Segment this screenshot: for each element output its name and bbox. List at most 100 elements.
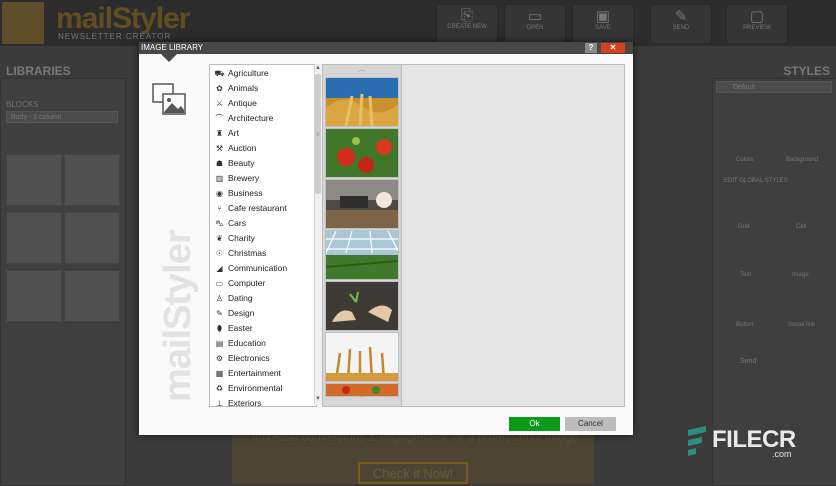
- save-button[interactable]: ▣ SAVE: [572, 4, 634, 44]
- style-item[interactable]: Button: [736, 322, 753, 328]
- blocks-label: BLOCKS: [6, 100, 39, 109]
- category-item[interactable]: ✿ Animals: [214, 81, 258, 96]
- preview-button[interactable]: ▢ PREVIEW: [726, 4, 788, 44]
- category-label: Animals: [228, 83, 259, 93]
- folder-icon: ▭: [527, 8, 543, 25]
- block-thumbnail[interactable]: [64, 154, 120, 206]
- blocks-select[interactable]: Body - 1 column: [6, 111, 118, 123]
- gavel-icon: ⚒: [215, 144, 224, 153]
- category-label: Computer: [228, 278, 266, 288]
- chip-icon: ⚙: [215, 354, 224, 363]
- category-item[interactable]: ⚙ Electronics: [214, 351, 270, 366]
- chevron-up-icon[interactable]: ︿: [323, 65, 401, 75]
- book-icon: ▤: [215, 339, 224, 348]
- category-item[interactable]: ❦ Charity: [214, 231, 255, 246]
- image-library-icon: [152, 83, 186, 115]
- style-select[interactable]: Default: [716, 81, 832, 93]
- category-label: Communication: [228, 263, 288, 273]
- category-label: Cars: [228, 218, 246, 228]
- category-item[interactable]: ✎ Design: [214, 306, 254, 321]
- swords-icon: ⚔: [215, 99, 224, 108]
- libraries-title: LIBRARIES: [6, 64, 71, 78]
- category-label: Environmental: [228, 383, 283, 393]
- monitor-icon: ▭: [215, 279, 224, 288]
- category-item[interactable]: ▦ Entertainment: [214, 366, 281, 381]
- app-logo-subtitle: NEWSLETTER CREATOR: [58, 32, 172, 41]
- image-thumbnail-strip: ︿ ﹀: [322, 64, 402, 407]
- category-item[interactable]: ⛍ Cars: [214, 216, 246, 231]
- dialog-titlebar: [139, 42, 633, 54]
- cancel-button[interactable]: Cancel: [565, 417, 616, 431]
- wheat-ears-image[interactable]: [325, 332, 399, 382]
- chevron-down-icon[interactable]: ﹀: [323, 395, 401, 405]
- style-item[interactable]: Background: [786, 157, 818, 163]
- category-label: Agriculture: [228, 68, 269, 78]
- send-button[interactable]: ✎ SEND: [650, 4, 712, 44]
- greenhouse-image[interactable]: [325, 230, 399, 280]
- category-item[interactable]: ⊥ Exteriors: [214, 396, 262, 407]
- harvester-image[interactable]: [325, 179, 399, 229]
- category-label: Design: [228, 308, 255, 318]
- filecr-tld: .com: [772, 449, 792, 459]
- category-item[interactable]: ⚒ Auction: [214, 141, 256, 156]
- block-thumbnail[interactable]: [6, 270, 62, 322]
- category-item[interactable]: ◉ Business: [214, 186, 263, 201]
- category-label: Antique: [228, 98, 257, 108]
- art-icon: ♜: [215, 129, 224, 138]
- preview-icon: ▢: [749, 8, 765, 25]
- style-item[interactable]: Colors: [736, 157, 753, 163]
- planting-hands-image[interactable]: [325, 281, 399, 331]
- category-item[interactable]: ⌒ Architecture: [214, 111, 274, 126]
- exteriors-icon: ⊥: [216, 399, 223, 407]
- block-thumbnail[interactable]: [6, 154, 62, 206]
- category-item[interactable]: ⬮ Easter: [214, 321, 253, 336]
- category-item[interactable]: ♜ Art: [214, 126, 239, 141]
- category-item[interactable]: ♙ Dating: [214, 291, 253, 306]
- tractor-icon: ⛟: [214, 69, 225, 78]
- car-icon: ⛍: [215, 219, 224, 228]
- create-new-button[interactable]: ⎘ CREATE NEW: [436, 4, 498, 44]
- block-thumbnail[interactable]: [64, 212, 120, 264]
- category-item[interactable]: ▤ Education: [214, 336, 266, 351]
- category-label: Architecture: [228, 113, 274, 123]
- category-label: Education: [228, 338, 266, 348]
- block-thumbnail[interactable]: [6, 212, 62, 264]
- category-item[interactable]: ☗ Beauty: [214, 156, 255, 171]
- category-item[interactable]: ◢ Communication: [214, 261, 287, 276]
- category-label: Christmas: [228, 248, 267, 258]
- style-item[interactable]: Grid: [738, 224, 749, 230]
- tomatoes-image[interactable]: [325, 128, 399, 178]
- business-icon: ◉: [216, 189, 223, 198]
- category-label: Cafe restaurant: [228, 203, 287, 213]
- category-item[interactable]: ⛟ Agriculture: [214, 66, 269, 81]
- category-item[interactable]: ⚔ Antique: [214, 96, 257, 111]
- category-item[interactable]: ☉ Christmas: [214, 246, 266, 261]
- block-thumbnail[interactable]: [64, 270, 120, 322]
- help-button[interactable]: ?: [585, 43, 597, 53]
- global-styles-label: EDIT GLOBAL STYLES: [724, 178, 788, 184]
- app-logo: mailStyler: [56, 2, 190, 35]
- beauty-icon: ☗: [215, 159, 224, 168]
- wheat-field-image[interactable]: [325, 77, 399, 127]
- category-list: ⛟ Agriculture ✿ Animals ⚔ Antique ⌒ Architectur…: [209, 64, 317, 407]
- style-item[interactable]: Image: [792, 272, 809, 278]
- style-item[interactable]: Social link: [788, 322, 815, 328]
- category-item[interactable]: ♻ Environmental: [214, 381, 282, 396]
- category-item[interactable]: ▥ Brewery: [214, 171, 259, 186]
- style-item[interactable]: Text: [740, 272, 751, 278]
- scroll-down-arrow-icon[interactable]: ▼: [315, 396, 321, 402]
- category-item[interactable]: ▭ Computer: [214, 276, 266, 291]
- category-label: Charity: [228, 233, 255, 243]
- scroll-grip-icon: ≡: [316, 132, 320, 138]
- close-button[interactable]: ✕: [601, 43, 625, 53]
- save-icon: ▣: [595, 8, 611, 25]
- image-library-dialog: IMAGE LIBRARY ? ✕ mailStyler ⛟ Agricultur…: [139, 42, 633, 435]
- style-item[interactable]: Cell: [796, 224, 806, 230]
- open-button[interactable]: ▭ OPEN: [504, 4, 566, 44]
- send-label: Send: [740, 358, 757, 365]
- category-item[interactable]: ⑂ Cafe restaurant: [214, 201, 287, 216]
- easter-egg-icon: ⬮: [216, 324, 223, 333]
- cta-button[interactable]: Check it Now!: [358, 462, 468, 484]
- scroll-up-arrow-icon[interactable]: ▲: [315, 65, 321, 71]
- ok-button[interactable]: Ok: [509, 417, 560, 431]
